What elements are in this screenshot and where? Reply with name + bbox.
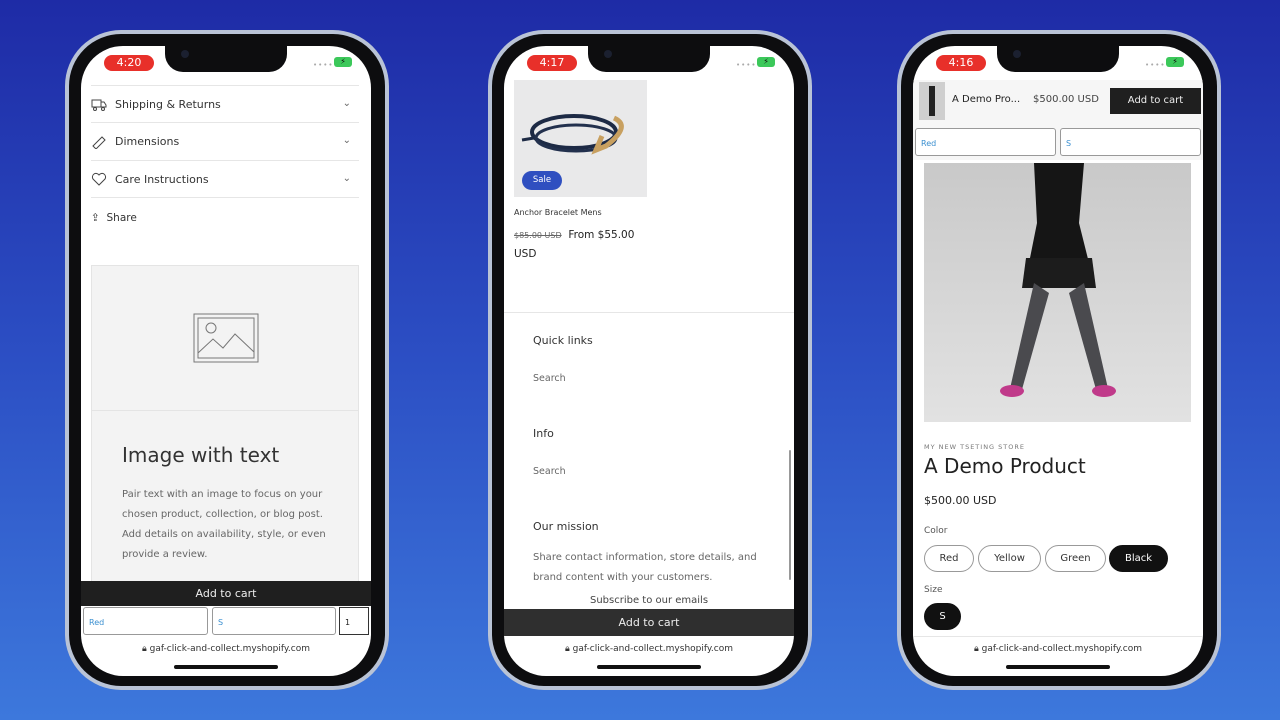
accordion-care[interactable]: Care Instructions ⌄ [91, 160, 359, 198]
signal-icon: •••• [313, 61, 334, 69]
chevron-down-icon: ⌄ [342, 98, 351, 109]
vendor: MY NEW TSETING STORE [924, 443, 1025, 451]
product-thumbnail [919, 82, 945, 120]
status-time: 4:16 [936, 55, 986, 71]
product-image[interactable] [924, 163, 1191, 422]
footer-link-search[interactable]: Search [533, 373, 566, 384]
phone-1: 4:20 •••• ⚡ Shipping & Returns ⌄ Dimensio… [65, 30, 389, 690]
color-option-yellow[interactable]: Yellow [978, 545, 1041, 572]
accordion-dimensions[interactable]: Dimensions ⌄ [91, 122, 359, 160]
truck-icon [91, 99, 107, 111]
color-label: Color [924, 526, 948, 536]
sticky-product-name: A Demo Pro... [952, 94, 1021, 105]
image-placeholder [92, 266, 358, 411]
chevron-down-icon: ⌄ [342, 135, 351, 146]
subscribe-heading: Subscribe to our emails [589, 595, 709, 606]
lock-icon: 🔒︎ [973, 644, 979, 654]
status-time: 4:20 [104, 55, 154, 71]
phone-2: 4:17 •••• ⚡ Sale Anchor Bracelet Mens $8… [488, 30, 812, 690]
ruler-icon [92, 135, 106, 149]
home-indicator[interactable] [1006, 665, 1110, 669]
divider [504, 312, 794, 313]
heart-icon [91, 172, 107, 186]
color-option-green[interactable]: Green [1045, 545, 1106, 572]
add-to-cart-button[interactable]: Add to cart [81, 581, 371, 606]
signal-icon: •••• [736, 61, 757, 69]
image-placeholder-icon [193, 313, 259, 363]
compare-price: $85.00 USD [514, 231, 562, 240]
color-select[interactable]: Red [915, 128, 1056, 156]
footer-heading-quick-links: Quick links [533, 334, 593, 347]
address-bar[interactable]: 🔒︎ gaf-click-and-collect.myshopify.com [504, 644, 794, 654]
model-photo [1000, 163, 1116, 397]
sticky-add-to-cart-button[interactable]: Add to cart [1110, 88, 1201, 114]
accordion-shipping[interactable]: Shipping & Returns ⌄ [91, 85, 359, 123]
footer-link-search[interactable]: Search [533, 466, 566, 477]
section-body: Pair text with an image to focus on your… [122, 489, 326, 560]
home-indicator[interactable] [174, 665, 278, 669]
share-button[interactable]: ⇪ Share [91, 212, 137, 224]
product-price: $500.00 USD [924, 494, 997, 507]
product-title: A Demo Product [924, 454, 1086, 478]
mission-text: Share contact information, store details… [533, 552, 757, 583]
divider [913, 636, 1203, 637]
product-image[interactable]: Sale [514, 80, 647, 197]
status-time: 4:17 [527, 55, 577, 71]
sticky-add-to-cart: A Demo Pro... $500.00 USD Add to cart Re… [913, 80, 1203, 160]
add-to-cart-button[interactable]: Add to cart [504, 609, 794, 636]
screen: 4:20 •••• ⚡ Shipping & Returns ⌄ Dimensio… [81, 46, 371, 676]
share-icon: ⇪ [91, 212, 100, 224]
notch [997, 46, 1119, 72]
battery-icon: ⚡ [334, 57, 352, 67]
battery-icon: ⚡ [1166, 57, 1184, 67]
lock-icon: 🔒︎ [141, 644, 147, 654]
chevron-down-icon: ⌄ [342, 173, 351, 184]
screen: 4:17 •••• ⚡ Sale Anchor Bracelet Mens $8… [504, 46, 794, 676]
home-indicator[interactable] [597, 665, 701, 669]
sticky-price: $500.00 USD [1033, 94, 1099, 105]
notch [588, 46, 710, 72]
screen: 4:16 •••• ⚡ A Demo Pro... $500.00 USD Ad… [913, 46, 1203, 676]
lock-icon: 🔒︎ [564, 644, 570, 654]
section-heading: Image with text [122, 443, 280, 467]
signal-icon: •••• [1145, 61, 1166, 69]
color-option-red[interactable]: Red [924, 545, 974, 572]
battery-icon: ⚡ [757, 57, 775, 67]
color-select[interactable]: Red [83, 607, 208, 635]
sale-badge: Sale [522, 171, 562, 190]
product-title[interactable]: Anchor Bracelet Mens [514, 208, 602, 217]
image-with-text-section: Image with text Pair text with an image … [91, 265, 359, 585]
size-label: Size [924, 585, 943, 595]
phone-3: 4:16 •••• ⚡ A Demo Pro... $500.00 USD Ad… [897, 30, 1221, 690]
quantity-input[interactable]: 1 [339, 607, 369, 635]
scrollbar[interactable] [789, 450, 791, 580]
footer-heading-info: Info [533, 427, 554, 440]
color-option-black[interactable]: Black [1109, 545, 1168, 572]
address-bar[interactable]: 🔒︎ gaf-click-and-collect.myshopify.com [81, 644, 371, 654]
size-select[interactable]: S [1060, 128, 1201, 156]
size-option-s[interactable]: S [924, 603, 961, 630]
product-price: $85.00 USD From $55.00 USD [514, 226, 654, 263]
notch [165, 46, 287, 72]
address-bar[interactable]: 🔒︎ gaf-click-and-collect.myshopify.com [913, 644, 1203, 654]
footer-heading-mission: Our mission [533, 520, 599, 533]
size-select[interactable]: S [212, 607, 336, 635]
